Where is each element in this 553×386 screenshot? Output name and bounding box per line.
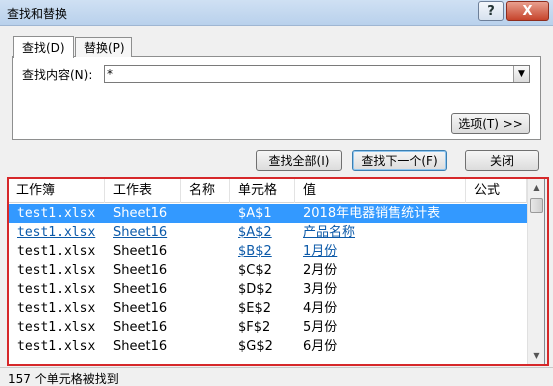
results-scrollbar[interactable]: ▲ ▼	[527, 179, 544, 364]
result-value: 4月份	[303, 301, 338, 316]
result-sheet: Sheet16	[113, 263, 168, 278]
result-cell: $A$2	[238, 225, 272, 240]
options-button[interactable]: 选项(T) >>	[451, 113, 530, 134]
close-button[interactable]: 关闭	[465, 150, 539, 171]
title-bar: 查找和替换 ? X	[0, 0, 553, 26]
result-cell: $E$2	[238, 301, 272, 316]
result-sheet: Sheet16	[113, 320, 168, 335]
column-header-value[interactable]: 值	[295, 179, 466, 203]
result-row[interactable]: test1.xlsx Sheet16 $A$2 产品名称	[9, 223, 527, 242]
result-row[interactable]: test1.xlsx Sheet16 $D$2 3月份	[9, 280, 527, 299]
result-value: 2月份	[303, 263, 338, 278]
column-header-name[interactable]: 名称	[181, 179, 230, 203]
result-sheet: Sheet16	[113, 339, 168, 354]
result-sheet: Sheet16	[113, 225, 168, 240]
result-workbook: test1.xlsx	[17, 244, 96, 259]
tab-replace[interactable]: 替换(P)	[75, 37, 132, 57]
find-all-button[interactable]: 查找全部(I)	[256, 150, 342, 171]
result-row[interactable]: test1.xlsx Sheet16 $C$2 2月份	[9, 261, 527, 280]
result-value: 1月份	[303, 244, 338, 259]
result-cell: $A$1	[238, 206, 272, 221]
tab-find[interactable]: 查找(D)	[13, 36, 74, 58]
result-sheet: Sheet16	[113, 301, 168, 316]
result-sheet: Sheet16	[113, 282, 168, 297]
result-row[interactable]: test1.xlsx Sheet16 $E$2 4月份	[9, 299, 527, 318]
result-row[interactable]: test1.xlsx Sheet16 $G$2 6月份	[9, 337, 527, 356]
result-workbook: test1.xlsx	[17, 282, 96, 297]
result-workbook: test1.xlsx	[17, 225, 96, 240]
result-cell: $B$2	[238, 244, 272, 259]
column-header-sheet[interactable]: 工作表	[105, 179, 181, 203]
dropdown-arrow-icon[interactable]: ▼	[513, 66, 529, 82]
result-value: 2018年电器销售统计表	[303, 206, 441, 221]
result-cell: $F$2	[238, 320, 271, 335]
scroll-thumb[interactable]	[530, 198, 543, 213]
result-cell: $G$2	[238, 339, 273, 354]
find-what-label: 查找内容(N):	[22, 68, 93, 82]
find-next-button[interactable]: 查找下一个(F)	[352, 150, 447, 171]
result-value: 5月份	[303, 320, 338, 335]
result-value: 3月份	[303, 282, 338, 297]
find-what-combobox[interactable]: ▼	[104, 65, 530, 83]
results-header: 工作簿 工作表 名称 单元格 值 公式	[8, 179, 527, 203]
result-value: 产品名称	[303, 225, 356, 240]
result-row[interactable]: test1.xlsx Sheet16 $B$2 1月份	[9, 242, 527, 261]
scroll-up-arrow-icon[interactable]: ▲	[528, 179, 544, 196]
column-header-workbook[interactable]: 工作簿	[8, 179, 105, 203]
column-header-formula[interactable]: 公式	[466, 179, 527, 203]
help-button[interactable]: ?	[478, 1, 504, 21]
result-workbook: test1.xlsx	[17, 301, 96, 316]
window-close-button[interactable]: X	[506, 1, 549, 21]
status-bar: 157 个单元格被找到	[0, 367, 553, 386]
results-list[interactable]: 工作簿 工作表 名称 单元格 值 公式 test1.xlsx Sheet16 $…	[7, 178, 545, 365]
result-workbook: test1.xlsx	[17, 339, 96, 354]
column-header-cell[interactable]: 单元格	[230, 179, 295, 203]
result-workbook: test1.xlsx	[17, 206, 96, 221]
result-cell: $D$2	[238, 282, 273, 297]
result-sheet: Sheet16	[113, 206, 168, 221]
result-row[interactable]: test1.xlsx Sheet16 $F$2 5月份	[9, 318, 527, 337]
result-sheet: Sheet16	[113, 244, 168, 259]
window-title: 查找和替换	[7, 7, 68, 21]
status-text: 157 个单元格被找到	[8, 372, 119, 386]
result-row[interactable]: test1.xlsx Sheet16 $A$1 2018年电器销售统计表	[9, 204, 527, 223]
result-workbook: test1.xlsx	[17, 320, 96, 335]
result-cell: $C$2	[238, 263, 272, 278]
find-what-input[interactable]	[107, 66, 507, 82]
scroll-down-arrow-icon[interactable]: ▼	[528, 347, 544, 364]
result-workbook: test1.xlsx	[17, 263, 96, 278]
result-value: 6月份	[303, 339, 338, 354]
